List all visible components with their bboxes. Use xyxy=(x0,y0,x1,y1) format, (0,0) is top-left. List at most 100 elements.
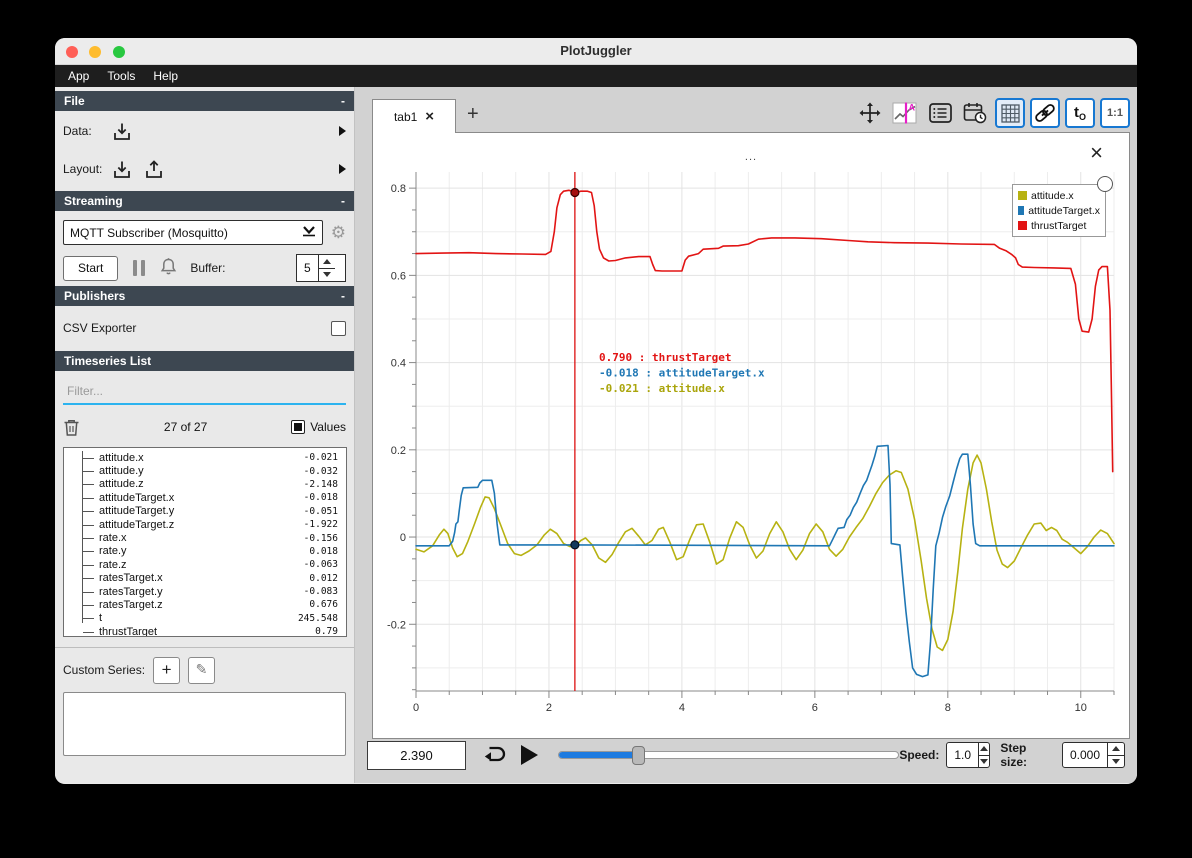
time-offset-icon[interactable]: tO xyxy=(1065,98,1095,128)
filter-input[interactable] xyxy=(63,384,346,398)
step-down-icon[interactable] xyxy=(1108,756,1124,768)
values-checkbox[interactable] xyxy=(291,420,306,434)
timeseries-name: attitude.y xyxy=(99,465,144,478)
timeseries-value: 0.012 xyxy=(309,572,338,584)
edit-custom-series-button[interactable]: ✎ xyxy=(188,656,216,684)
ratio-1-1-icon[interactable]: 1:1 xyxy=(1100,98,1130,128)
timeseries-row[interactable]: ratesTarget.z 0.676 xyxy=(66,598,342,611)
minimize-window-icon[interactable] xyxy=(89,46,101,58)
start-button[interactable]: Start xyxy=(63,255,119,281)
timeseries-row[interactable]: ratesTarget.x 0.012 xyxy=(66,572,342,585)
maximize-window-icon[interactable] xyxy=(113,46,125,58)
series-attitudeTarget.x xyxy=(415,444,1115,678)
main-area: tab1 × + A tO 1:1 ... × 0 2 4 6 8 10 -0.… xyxy=(355,87,1137,783)
cursor-readout: -0.021 : attitude.x xyxy=(599,382,725,395)
cursor-readout: -0.018 : attitudeTarget.x xyxy=(599,367,765,380)
buffer-spinbox[interactable]: 5 xyxy=(296,254,346,282)
timeseries-row[interactable]: t 245.548 xyxy=(66,612,342,625)
values-label: Values xyxy=(310,420,346,434)
menu-item-app[interactable]: App xyxy=(59,67,98,85)
pencil-icon: ✎ xyxy=(195,662,208,678)
step-up-icon[interactable] xyxy=(1108,743,1124,756)
add-custom-series-button[interactable]: + xyxy=(153,656,181,684)
close-plot-icon[interactable]: × xyxy=(1090,142,1103,164)
legend-knob-icon[interactable] xyxy=(1097,176,1113,192)
speed-spinbox[interactable]: 1.0 xyxy=(946,742,991,768)
timeseries-name: ratesTarget.y xyxy=(99,585,163,598)
grid-layout-icon[interactable] xyxy=(995,98,1025,128)
legend-item-attitudeTarget.x[interactable]: attitudeTarget.x xyxy=(1018,203,1100,218)
section-header-streaming[interactable]: Streaming - xyxy=(55,191,354,211)
buffer-label: Buffer: xyxy=(190,261,226,275)
svg-text:8: 8 xyxy=(945,702,951,714)
timeseries-value: -0.063 xyxy=(303,559,338,571)
play-icon[interactable] xyxy=(521,745,538,765)
timeseries-row[interactable]: ratesTarget.y -0.083 xyxy=(66,585,342,598)
link-axes-icon[interactable] xyxy=(1030,98,1060,128)
timeseries-name: rate.z xyxy=(99,558,127,571)
gear-icon[interactable]: ⚙ xyxy=(331,223,346,243)
timeseries-row[interactable]: thrustTarget 0.79 xyxy=(66,625,342,636)
menu-item-help[interactable]: Help xyxy=(144,67,187,85)
data-menu-arrow-icon[interactable] xyxy=(339,126,346,136)
datetime-icon[interactable] xyxy=(960,98,990,128)
timeseries-row[interactable]: attitude.z -2.148 xyxy=(66,478,342,491)
slider-fill xyxy=(559,752,639,758)
streaming-source-row: MQTT Subscriber (Mosquitto) ⚙ xyxy=(55,220,354,245)
timeseries-name: rate.x xyxy=(99,532,127,545)
new-tab-button[interactable]: + xyxy=(467,103,479,126)
svg-text:A: A xyxy=(908,103,915,113)
menu-item-tools[interactable]: Tools xyxy=(98,67,144,85)
tab-tab1[interactable]: tab1 × xyxy=(372,99,456,133)
section-header-timeseries[interactable]: Timeseries List xyxy=(55,351,354,371)
buffer-down-icon[interactable] xyxy=(319,269,335,282)
load-layout-icon[interactable] xyxy=(111,159,133,180)
timeseries-value: 0.018 xyxy=(309,545,338,557)
slider-handle[interactable] xyxy=(632,746,646,765)
speed-label: Speed: xyxy=(899,748,940,762)
pause-icon[interactable] xyxy=(133,260,146,276)
streaming-source-select[interactable]: MQTT Subscriber (Mosquitto) xyxy=(63,220,323,245)
series-thrustTarget xyxy=(415,189,1114,473)
plotjuggler-window: PlotJuggler AppToolsHelp File - Data: xyxy=(55,38,1137,784)
loop-icon[interactable] xyxy=(480,743,508,768)
timeseries-row[interactable]: rate.y 0.018 xyxy=(66,545,342,558)
timeline-slider[interactable] xyxy=(558,746,900,765)
timeseries-row[interactable]: rate.z -0.063 xyxy=(66,558,342,571)
timeseries-row[interactable]: attitudeTarget.z -1.922 xyxy=(66,518,342,531)
timeseries-row[interactable]: attitude.x -0.021 xyxy=(66,451,342,464)
timeseries-row[interactable]: attitudeTarget.y -0.051 xyxy=(66,505,342,518)
bell-icon[interactable] xyxy=(159,256,178,281)
timeseries-row[interactable]: attitude.y -0.032 xyxy=(66,464,342,477)
speed-down-icon[interactable] xyxy=(979,756,989,768)
custom-series-label: Custom Series: xyxy=(63,663,146,677)
buffer-up-icon[interactable] xyxy=(318,255,335,269)
list-view-icon[interactable] xyxy=(925,98,955,128)
list-toolbar: 27 of 27 Values xyxy=(55,409,354,445)
trash-icon[interactable] xyxy=(63,418,80,437)
data-row: Data: xyxy=(55,113,354,149)
pan-zoom-icon[interactable] xyxy=(855,98,885,128)
close-window-icon[interactable] xyxy=(66,46,78,58)
timeseries-row[interactable]: attitudeTarget.x -0.018 xyxy=(66,491,342,504)
chevron-down-icon xyxy=(302,225,316,240)
custom-series-list[interactable] xyxy=(63,692,346,756)
legend-swatch xyxy=(1018,191,1027,200)
section-header-publishers[interactable]: Publishers - xyxy=(55,286,354,306)
current-time-input[interactable] xyxy=(367,740,466,770)
timeseries-row[interactable]: rate.x -0.156 xyxy=(66,531,342,544)
curve-annotation-icon[interactable]: A xyxy=(890,98,920,128)
timeseries-name: attitude.z xyxy=(99,478,144,491)
timeseries-value: -1.922 xyxy=(303,519,338,531)
speed-up-icon[interactable] xyxy=(979,743,990,756)
close-tab-icon[interactable]: × xyxy=(425,109,434,124)
legend-item-attitude.x[interactable]: attitude.x xyxy=(1018,188,1100,203)
layout-menu-arrow-icon[interactable] xyxy=(339,164,346,174)
load-data-icon[interactable] xyxy=(111,121,133,142)
csv-exporter-checkbox[interactable] xyxy=(331,320,346,336)
section-header-file[interactable]: File - xyxy=(55,91,354,111)
save-layout-icon[interactable] xyxy=(143,159,165,180)
layout-row: Layout: xyxy=(55,151,354,187)
legend-item-thrustTarget[interactable]: thrustTarget xyxy=(1018,218,1100,233)
step-size-spinbox[interactable]: 0.000 xyxy=(1061,742,1125,768)
